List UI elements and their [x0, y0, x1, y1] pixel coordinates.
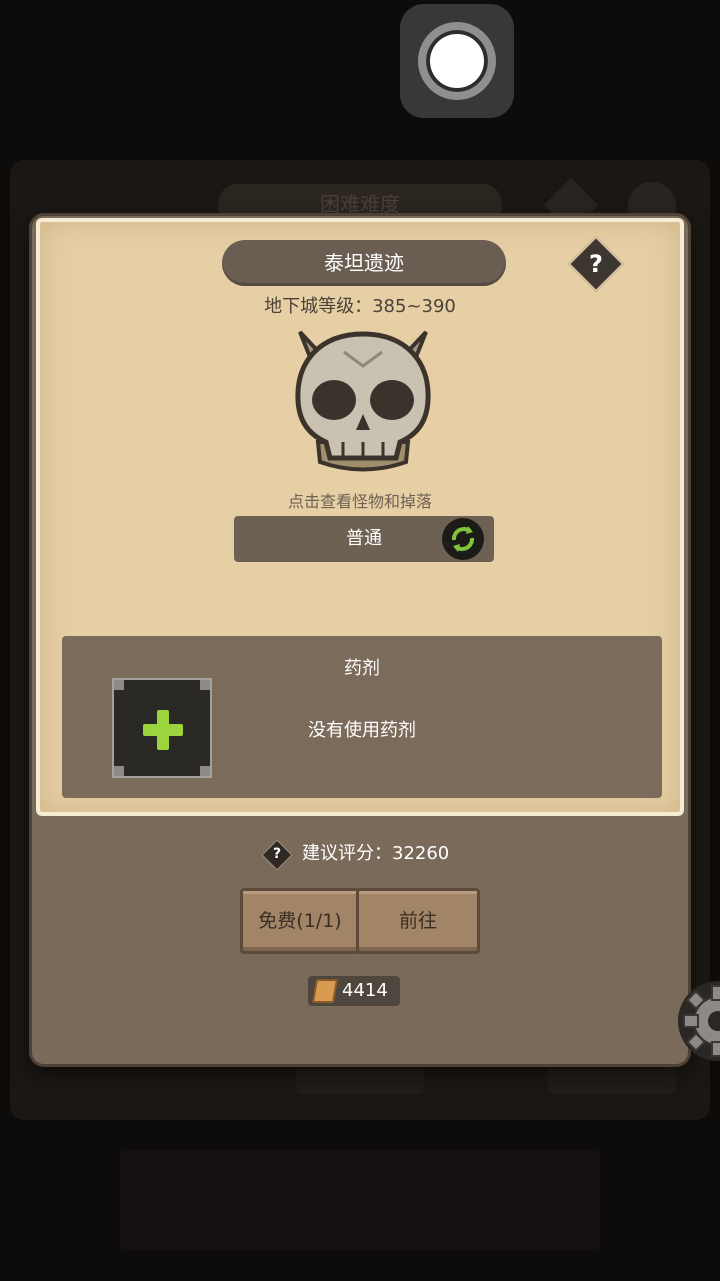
potion-status: 没有使用药剂 [308, 720, 416, 741]
potion-panel: 药剂 没有使用药剂 [62, 636, 662, 798]
scroll-ticket-icon [311, 979, 339, 1003]
recommended-score-row: ? 建议评分：32260 [32, 838, 688, 871]
skull-monster-icon[interactable] [288, 322, 438, 482]
parchment-panel: 泰坦遗迹 ? 地下城等级：385~390 点击查看怪物和掉落 普通 药剂 没有使… [36, 218, 684, 816]
assistive-touch-button[interactable] [400, 4, 514, 118]
cycle-arrows-icon[interactable] [442, 518, 484, 560]
ticket-count: 4414 [342, 980, 388, 1001]
home-ring-icon [418, 22, 496, 100]
recommend-help-button[interactable]: ? [268, 840, 286, 868]
help-button[interactable]: ? [580, 244, 612, 284]
free-button[interactable]: 免费(1/1) [240, 888, 360, 954]
background-bottom-area [120, 1150, 600, 1250]
recommended-score: 建议评分：32260 [302, 843, 450, 864]
gear-icon[interactable] [672, 976, 720, 1066]
background-button [548, 1060, 676, 1094]
dungeon-modal: 泰坦遗迹 ? 地下城等级：385~390 点击查看怪物和掉落 普通 药剂 没有使… [32, 216, 688, 1064]
difficulty-selector[interactable]: 普通 [234, 516, 494, 562]
action-buttons: 免费(1/1) 前往 [240, 888, 480, 954]
ticket-counter: 4414 [308, 976, 400, 1006]
go-button[interactable]: 前往 [356, 888, 480, 954]
background-button [296, 1060, 424, 1094]
dungeon-title: 泰坦遗迹 [222, 240, 506, 286]
monster-hint[interactable]: 点击查看怪物和掉落 [40, 488, 680, 512]
potion-title: 药剂 [344, 658, 380, 679]
dungeon-level: 地下城等级：385~390 [264, 296, 456, 317]
